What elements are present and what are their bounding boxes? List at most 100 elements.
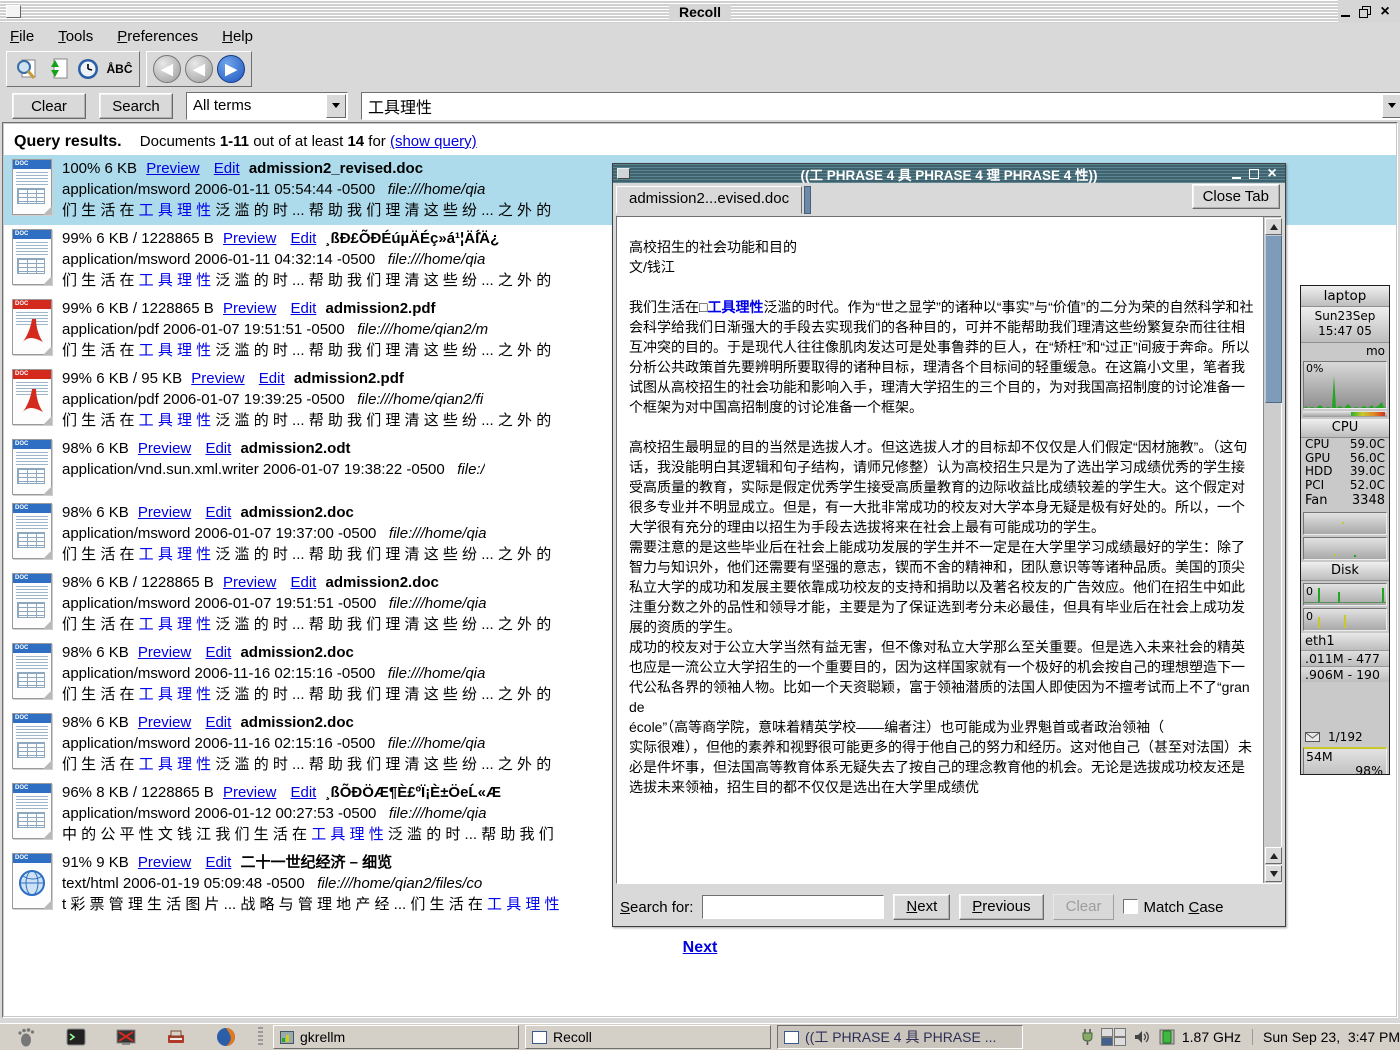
prev-page-icon[interactable]: ◀ [185,55,213,83]
cpu-section-label[interactable]: CPU [1301,419,1389,438]
scrollbar-thumb[interactable] [1265,235,1282,403]
next-results-link[interactable]: Next [683,939,718,956]
preview-link[interactable]: Preview [223,230,276,247]
menu-item[interactable]: File [10,28,34,45]
preview-link[interactable]: Preview [223,574,276,591]
volume-icon[interactable] [1134,1029,1152,1045]
taskbar-clock[interactable]: Sun Sep 23, 3:47 PM [1252,1029,1400,1045]
term-explorer-icon[interactable]: ÅBĈ [106,56,133,82]
preview-link[interactable]: Preview [138,440,191,457]
preview-link[interactable]: Preview [138,714,191,731]
preview-tab[interactable]: admission2...evised.doc [616,186,802,214]
preview-scrollbar[interactable] [1263,217,1281,883]
menu-item[interactable]: Help [222,28,253,45]
window-menu-icon[interactable] [6,5,21,18]
edit-link[interactable]: Edit [205,440,231,457]
find-previous-button[interactable]: Previous [959,894,1043,920]
minimize-icon[interactable] [1338,5,1352,19]
close-icon[interactable]: × [1378,5,1392,19]
preview-link[interactable]: Preview [223,784,276,801]
preview-text-area[interactable]: 高校招生的社会功能和目的 文/钱江 我们生活在□工具理性泛滥的时代。作为“世之显… [616,216,1282,884]
taskbar-handle[interactable] [258,1027,263,1047]
show-query-details-icon[interactable] [13,56,40,82]
preview-link[interactable]: Preview [191,370,244,387]
next-page-icon[interactable]: ▶ [217,55,245,83]
find-input[interactable] [702,895,884,919]
relevance-pct: 91% [62,854,92,871]
edit-link[interactable]: Edit [205,714,231,731]
history-clock-icon[interactable] [75,56,102,82]
preview-close-icon[interactable]: × [1265,167,1279,181]
recoll-titlebar[interactable]: Recoll × [0,0,1400,24]
workspace-pager-icon[interactable] [1101,1028,1127,1046]
snippet-post: 泛 滥 的 时 ... 帮 助 我 们 理 清 这 些 纷 ... 之 外 的 [211,756,551,773]
mail-row[interactable]: 1/192 [1301,728,1389,746]
edit-link[interactable]: Edit [205,504,231,521]
close-tab-button[interactable]: Close Tab [1192,184,1280,209]
edit-link[interactable]: Edit [291,784,317,801]
find-next-button[interactable]: Next [893,894,950,920]
preview-titlebar[interactable]: ((工 PHRASE 4 具 PHRASE 4 理 PHRASE 4 性)) × [613,164,1285,183]
edit-link[interactable]: Edit [205,854,231,871]
search-button[interactable]: Search [99,93,173,119]
result-title: admission2.odt [240,440,350,457]
power-plug-icon[interactable] [1081,1028,1094,1046]
edit-link[interactable]: Edit [291,230,317,247]
checkbox-icon[interactable] [1123,899,1138,914]
first-page-icon[interactable]: ◀ [153,55,181,83]
cpu-frequency[interactable]: 1.87 GHz [1182,1029,1241,1045]
firefox-icon[interactable] [204,1026,248,1048]
gkrellm-time: 15:47 05 [1301,324,1389,339]
maximize-icon[interactable] [1358,5,1372,19]
search-mode-select[interactable]: All terms [186,92,348,120]
temperature-row: HDD39.0C [1301,465,1389,479]
edit-link[interactable]: Edit [291,300,317,317]
preview-window-menu-icon[interactable] [617,168,630,179]
query-history-chevron-icon[interactable] [1382,94,1400,118]
file-size: 6 KB / 1228865 B [96,574,214,591]
edit-link[interactable]: Edit [291,574,317,591]
scroll-up-icon[interactable] [1265,847,1282,864]
sort-by-date-icon[interactable] [44,56,71,82]
preview-link[interactable]: Preview [223,300,276,317]
terminal-icon[interactable] [54,1026,98,1048]
typewriter-icon[interactable] [154,1026,198,1048]
disk-chart-1: 0 [1303,583,1387,606]
menu-item[interactable]: Preferences [117,28,198,45]
menu-item[interactable]: Tools [58,28,93,45]
result-mimetype-date: application/msword 2006-01-07 19:51:51 -… [62,595,376,612]
battery-icon[interactable] [1159,1028,1175,1046]
edit-link[interactable]: Edit [214,160,240,177]
task-button-gkrellm[interactable]: gkrellm [273,1025,519,1049]
disk-section-label[interactable]: Disk [1301,562,1389,581]
edit-link[interactable]: Edit [259,370,285,387]
preview-link[interactable]: Preview [138,504,191,521]
preview-link[interactable]: Preview [138,854,191,871]
scroll-down-icon[interactable] [1265,865,1282,882]
gkrellm-panel[interactable]: laptop Sun23Sep 15:47 05 mo 0% CPU CPU59… [1300,285,1390,775]
preview-maximize-icon[interactable] [1247,167,1261,181]
query-input[interactable] [362,97,1381,115]
match-case-checkbox[interactable]: Match Case [1123,899,1223,916]
clear-button[interactable]: Clear [12,93,86,119]
gnome-foot-icon[interactable] [4,1026,48,1048]
memory-used: 54M [1306,749,1333,764]
find-label: Search for: [620,899,693,916]
result-url: file:///home/qia [388,181,486,198]
file-size: 6 KB [105,160,138,177]
find-clear-button[interactable]: Clear [1053,894,1115,920]
scroll-up-icon[interactable] [1265,218,1282,235]
task-button-recoll[interactable]: Recoll [525,1025,771,1049]
preview-minimize-icon[interactable] [1229,167,1243,181]
preview-link[interactable]: Preview [138,644,191,661]
chevron-down-icon[interactable] [326,94,346,118]
lock-screen-icon[interactable] [104,1026,148,1048]
snippet-term: 工 具 理 性 [139,616,212,633]
task-button-preview[interactable]: ((工 PHRASE 4 具 PHRASE ... [777,1025,1023,1049]
preview-link[interactable]: Preview [146,160,199,177]
relevance-pct: 99% [62,230,92,247]
gkrellm-hostname[interactable]: laptop [1301,286,1389,307]
net-section-label[interactable]: eth1 [1301,633,1389,650]
show-query-link[interactable]: (show query) [390,133,477,150]
edit-link[interactable]: Edit [205,644,231,661]
